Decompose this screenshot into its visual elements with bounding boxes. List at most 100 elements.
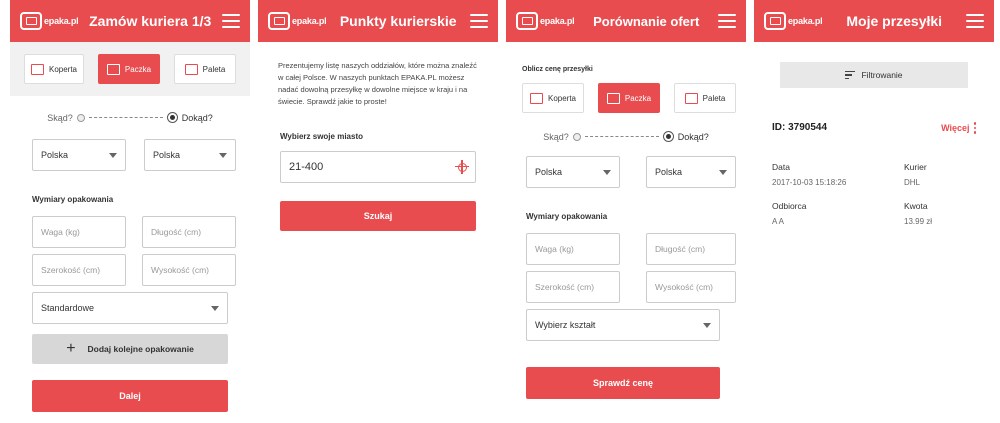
route-line — [88, 117, 163, 118]
price-heading: Oblicz cenę przesyłki — [522, 66, 593, 73]
add-package-button[interactable]: + Dodaj kolejne opakowanie — [32, 334, 228, 364]
add-package-label: Dodaj kolejne opakowanie — [87, 344, 194, 354]
date-label: Data — [772, 161, 790, 172]
dimensions-heading: Wymiary opakowania — [32, 195, 114, 204]
city-input[interactable]: 21-400 — [280, 151, 476, 183]
more-button[interactable]: Więcej — [941, 122, 976, 134]
courier-label: Kurier — [904, 161, 927, 172]
page-title: Punkty kurierskie — [339, 13, 457, 29]
intro-text: Prezentujemy listę naszych oddziałów, kt… — [278, 61, 477, 106]
logo[interactable]: epaka.pl — [764, 12, 823, 30]
screen-order-courier: epaka.pl Zamów kuriera 1/3 Koperta Paczk… — [10, 0, 250, 423]
from-country-select[interactable]: Polska — [32, 139, 126, 171]
type-label: Paleta — [202, 64, 226, 74]
logo-icon — [516, 12, 538, 30]
page-title: Zamów kuriera 1/3 — [89, 13, 212, 29]
menu-icon[interactable] — [470, 14, 488, 28]
type-package-button[interactable]: Paczka — [98, 54, 160, 84]
top-bar: epaka.pl Punkty kurierskie — [258, 0, 498, 42]
menu-icon[interactable] — [966, 14, 984, 28]
shape-value: Standardowe — [41, 303, 95, 313]
length-input[interactable]: Długość (cm) — [646, 233, 736, 265]
menu-icon[interactable] — [718, 14, 736, 28]
page-title: Moje przesyłki — [846, 13, 943, 29]
amount-label: Kwota — [904, 200, 928, 211]
to-label: Dokąd? — [181, 112, 213, 123]
shipment-header: ID: 3790544 Więcej — [754, 122, 994, 134]
next-button[interactable]: Dalej — [32, 380, 228, 412]
recipient-value: A A — [772, 216, 785, 226]
height-input[interactable]: Wysokość (cm) — [142, 254, 236, 286]
courier-value: DHL — [904, 177, 921, 187]
from-label: Skąd? — [543, 131, 569, 142]
width-input[interactable]: Szerokość (cm) — [32, 254, 126, 286]
date-value: 2017-10-03 15:18:26 — [772, 177, 847, 187]
to-country-select[interactable]: Polska — [646, 156, 736, 188]
dimensions-row-2: Szerokość (cm) Wysokość (cm) — [506, 271, 746, 303]
chevron-down-icon — [703, 322, 711, 328]
chevron-down-icon — [719, 169, 727, 175]
from-country-value: Polska — [535, 167, 563, 177]
shape-value: Wybierz kształt — [535, 320, 596, 330]
logo-text: epaka.pl — [540, 16, 575, 26]
width-input[interactable]: Szerokość (cm) — [526, 271, 620, 303]
package-type-selector: Koperta Paczka Paleta — [506, 73, 746, 113]
from-country-select[interactable]: Polska — [526, 156, 620, 188]
type-pallet-button[interactable]: Paleta — [674, 83, 736, 113]
country-selects: Polska Polska — [10, 139, 250, 171]
box-icon — [606, 92, 620, 104]
route-indicator: Skąd? Dokąd? — [506, 131, 746, 142]
to-country-select[interactable]: Polska — [144, 139, 236, 171]
chevron-down-icon — [211, 305, 219, 311]
origin-dot-icon — [572, 132, 581, 141]
logo[interactable]: epaka.pl — [516, 12, 575, 30]
recipient-label: Odbiorca — [772, 200, 807, 211]
type-label: Paleta — [702, 93, 726, 103]
origin-dot-icon — [76, 113, 85, 122]
type-pallet-button[interactable]: Paleta — [174, 54, 236, 84]
box-icon — [106, 63, 120, 75]
screen-my-shipments: epaka.pl Moje przesyłki Filtrowanie ID: … — [754, 0, 994, 423]
height-input[interactable]: Wysokość (cm) — [646, 271, 736, 303]
city-label: Wybierz swoje miasto — [280, 132, 363, 141]
type-package-button[interactable]: Paczka — [598, 83, 660, 113]
city-value: 21-400 — [289, 161, 324, 173]
type-envelope-button[interactable]: Koperta — [522, 83, 584, 113]
chevron-down-icon — [109, 152, 117, 158]
dimensions-heading: Wymiary opakowania — [526, 212, 608, 221]
logo-text: epaka.pl — [44, 16, 79, 26]
envelope-icon — [529, 92, 543, 104]
type-envelope-button[interactable]: Koperta — [24, 54, 84, 84]
logo-icon — [20, 12, 42, 30]
search-button[interactable]: Szukaj — [280, 201, 476, 231]
route-line — [584, 136, 659, 137]
filter-button[interactable]: Filtrowanie — [780, 62, 968, 88]
screen-offer-comparison: epaka.pl Porównanie ofert Oblicz cenę pr… — [506, 0, 746, 423]
shipment-details-row-1: Data 2017-10-03 15:18:26 Kurier DHL — [754, 162, 994, 187]
type-label: Koperta — [547, 93, 577, 103]
length-input[interactable]: Długość (cm) — [142, 216, 236, 248]
locate-icon[interactable] — [455, 159, 469, 174]
plus-icon: + — [66, 340, 76, 357]
destination-dot-icon — [166, 112, 178, 123]
pallet-icon — [184, 63, 198, 75]
weight-input[interactable]: Waga (kg) — [526, 233, 620, 265]
dimensions-row-2: Szerokość (cm) Wysokość (cm) — [10, 254, 250, 286]
menu-icon[interactable] — [222, 14, 240, 28]
amount-value: 13.99 zł — [904, 216, 933, 226]
package-type-selector: Koperta Paczka Paleta — [10, 42, 250, 96]
to-country-value: Polska — [153, 150, 181, 160]
more-label: Więcej — [941, 122, 970, 133]
shape-select[interactable]: Wybierz kształt — [526, 309, 720, 341]
chevron-down-icon — [603, 169, 611, 175]
type-label: Koperta — [48, 64, 78, 74]
pallet-icon — [684, 92, 698, 104]
shape-select[interactable]: Standardowe — [32, 292, 228, 324]
logo[interactable]: epaka.pl — [20, 12, 79, 30]
shipment-details-row-2: Odbiorca A A Kwota 13.99 zł — [754, 201, 994, 226]
logo[interactable]: epaka.pl — [268, 12, 327, 30]
filter-label: Filtrowanie — [861, 70, 903, 80]
weight-input[interactable]: Waga (kg) — [32, 216, 126, 248]
check-price-button[interactable]: Sprawdź cenę — [526, 367, 720, 399]
screen-courier-points: epaka.pl Punkty kurierskie Prezentujemy … — [258, 0, 498, 423]
